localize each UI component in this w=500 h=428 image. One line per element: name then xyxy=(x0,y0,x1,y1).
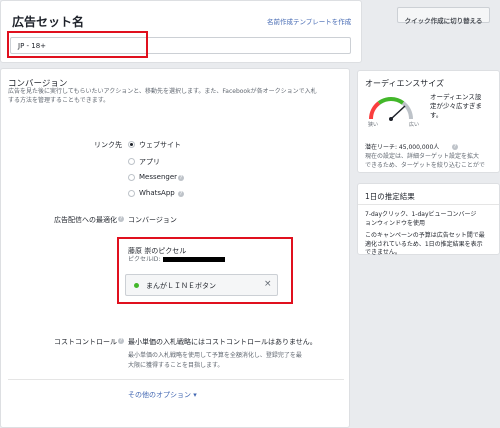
cost-control-text: 最小単価の入札戦略にはコストコントロールはありません。 xyxy=(128,338,317,346)
divider xyxy=(8,379,344,380)
gauge-needle xyxy=(390,105,406,120)
whatsapp-help-icon[interactable]: ? xyxy=(178,191,184,197)
gauge-high-label: 広い xyxy=(409,122,420,128)
gauge-arc-medium xyxy=(377,97,405,105)
gauge-arc-broad xyxy=(401,101,413,120)
gauge-note-line1: オーディエンス設 xyxy=(430,93,482,101)
option-app-label[interactable]: アプリ xyxy=(139,157,160,167)
gauge-note-line2: 定が少々広すぎま xyxy=(430,102,482,110)
cost-control-help-icon[interactable]: ? xyxy=(118,338,124,344)
audience-gauge xyxy=(369,97,413,121)
estimate-line2: ョンウィンドウを使用 xyxy=(365,220,426,227)
adset-title: 広告セット名 xyxy=(12,15,85,29)
potential-reach: 潜在リーチ: 45,000,000人 xyxy=(365,144,440,151)
more-options-link[interactable]: その他のオプション ▾ xyxy=(128,390,197,400)
optimization-help-icon[interactable]: ? xyxy=(118,216,124,222)
adset-name-card: 広告セット名 名前作成テンプレートを作成 JP - 18+ xyxy=(0,0,362,63)
estimate-note-line1: このキャンペーンの予算は広告セット間で最 xyxy=(365,232,485,239)
radio-website[interactable] xyxy=(128,141,135,148)
gauge-low-label: 狭い xyxy=(368,122,379,128)
estimate-divider xyxy=(358,204,499,205)
reach-help-icon[interactable]: ? xyxy=(452,144,458,150)
highlight-pixel-block xyxy=(117,237,293,304)
link-destination-label: リンク先 xyxy=(94,141,122,149)
audience-heading: オーディエンスサイズ xyxy=(365,79,445,88)
radio-app[interactable] xyxy=(128,158,135,165)
gauge-arc-narrow xyxy=(369,101,381,120)
cost-control-note-line2: 大限に獲得することを目指します。 xyxy=(128,362,224,369)
reach-note-line1: 現在の設定は、詳細ターゲット設定を拡大 xyxy=(365,153,480,160)
option-whatsapp-label[interactable]: WhatsApp xyxy=(139,189,175,197)
option-website-label[interactable]: ウェブサイト xyxy=(139,140,181,150)
gauge-note-line3: す。 xyxy=(430,111,443,119)
cost-control-note-line1: 最小単価の入札戦略を使用して予算を全額消化し、登録完了を最 xyxy=(128,352,302,359)
conversion-desc-line2: する方法を管理することもできます。 xyxy=(8,97,110,104)
estimate-heading: 1日の推定結果 xyxy=(365,192,415,201)
optimization-label: 広告配信への最適化 xyxy=(54,216,117,224)
radio-whatsapp[interactable] xyxy=(128,190,135,197)
reach-note-line2: できるため、ターゲットを絞り込むことがで xyxy=(365,162,485,169)
messenger-help-icon[interactable]: ? xyxy=(178,175,184,181)
conversion-desc-line1: 広告を見た後に実行してもらいたいアクションと、移動先を選択します。また、Face… xyxy=(8,88,317,95)
quick-create-label: クイック作成に切り替える xyxy=(404,17,483,25)
cost-control-label: コストコントロール xyxy=(54,338,117,346)
gauge-pivot xyxy=(389,117,393,121)
radio-messenger[interactable] xyxy=(128,174,135,181)
estimate-line1: 7-dayクリック、1-dayビューコンバージ xyxy=(365,211,477,218)
daily-estimate-card: 1日の推定結果 7-dayクリック、1-dayビューコンバージ ョンウィンドウを… xyxy=(357,183,500,256)
audience-size-card: オーディエンスサイズ 狭い 広い オーディエンス設 定が少々広すぎま す。 潜在… xyxy=(357,70,500,173)
create-name-template-link[interactable]: 名前作成テンプレートを作成 xyxy=(267,16,351,26)
highlight-name-input xyxy=(7,31,148,58)
conversion-card: コンバージョン 広告を見た後に実行してもらいたいアクションと、移動先を選択します… xyxy=(0,68,350,428)
optimization-value: コンバージョン xyxy=(128,216,177,224)
quick-create-button[interactable]: クイック作成に切り替える xyxy=(397,7,490,25)
estimate-note-line3: できません。 xyxy=(365,249,401,256)
option-messenger-label[interactable]: Messenger xyxy=(139,173,177,181)
